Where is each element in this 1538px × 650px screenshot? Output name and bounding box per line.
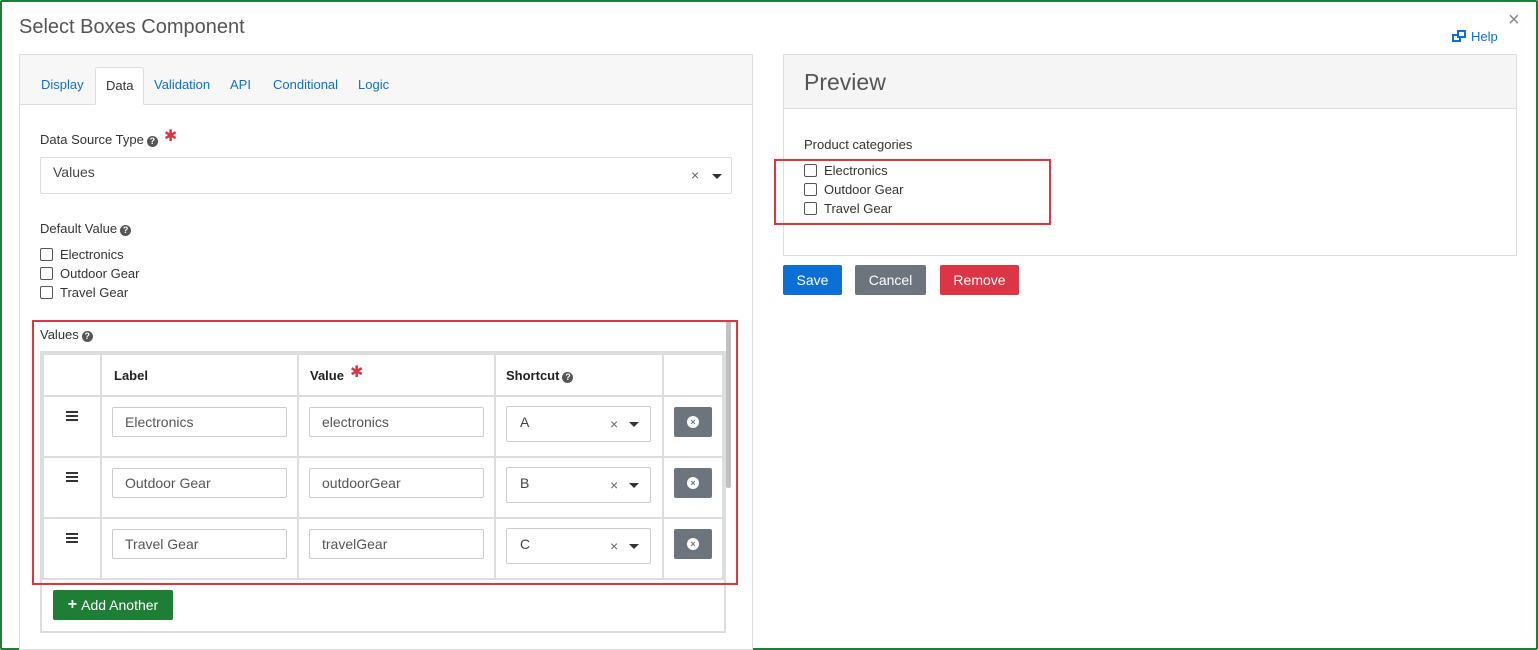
default-option[interactable]: Electronics	[40, 247, 124, 262]
help-icon[interactable]: ?	[120, 225, 132, 236]
required-icon: ✱	[163, 128, 178, 145]
chevron-down-icon[interactable]	[712, 174, 722, 179]
highlight-box	[774, 159, 1051, 225]
external-window-icon	[1452, 30, 1467, 43]
add-another-button[interactable]: + Add Another	[53, 590, 173, 620]
dialog-title: Select Boxes Component	[19, 16, 245, 38]
tabs-bar: Display Data Validation API Conditional …	[20, 55, 752, 105]
tab-data[interactable]: Data	[95, 67, 145, 105]
checkbox[interactable]	[40, 248, 53, 261]
help-label: Help	[1471, 29, 1498, 44]
data-source-label: Data Source Type? ✱	[40, 128, 178, 147]
data-source-select[interactable]: Values ×	[40, 157, 732, 194]
tab-conditional[interactable]: Conditional	[263, 67, 348, 105]
plus-icon: +	[67, 596, 78, 613]
preview-field-label: Product categories	[804, 137, 913, 152]
help-link[interactable]: Help	[1452, 29, 1498, 44]
remove-button[interactable]: Remove	[940, 265, 1019, 295]
preview-title: Preview	[804, 69, 886, 95]
add-another-label: Add Another	[81, 597, 159, 613]
checkbox[interactable]	[40, 267, 53, 280]
save-button[interactable]: Save	[783, 265, 842, 295]
tab-logic[interactable]: Logic	[348, 67, 399, 105]
help-icon[interactable]: ?	[146, 136, 158, 147]
cancel-button[interactable]: Cancel	[855, 265, 926, 295]
default-value-label: Default Value?	[40, 221, 132, 236]
default-option[interactable]: Travel Gear	[40, 285, 128, 300]
highlight-box	[32, 320, 738, 585]
tab-display[interactable]: Display	[31, 67, 94, 105]
clear-icon[interactable]: ×	[691, 167, 699, 183]
tab-validation[interactable]: Validation	[144, 67, 220, 105]
data-source-value: Values	[53, 164, 95, 180]
preview-header: Preview	[784, 55, 1516, 109]
default-option[interactable]: Outdoor Gear	[40, 266, 140, 281]
preview-panel: Preview	[783, 54, 1517, 256]
close-icon[interactable]: ×	[1508, 10, 1520, 30]
checkbox[interactable]	[40, 286, 53, 299]
tab-api[interactable]: API	[220, 67, 261, 105]
